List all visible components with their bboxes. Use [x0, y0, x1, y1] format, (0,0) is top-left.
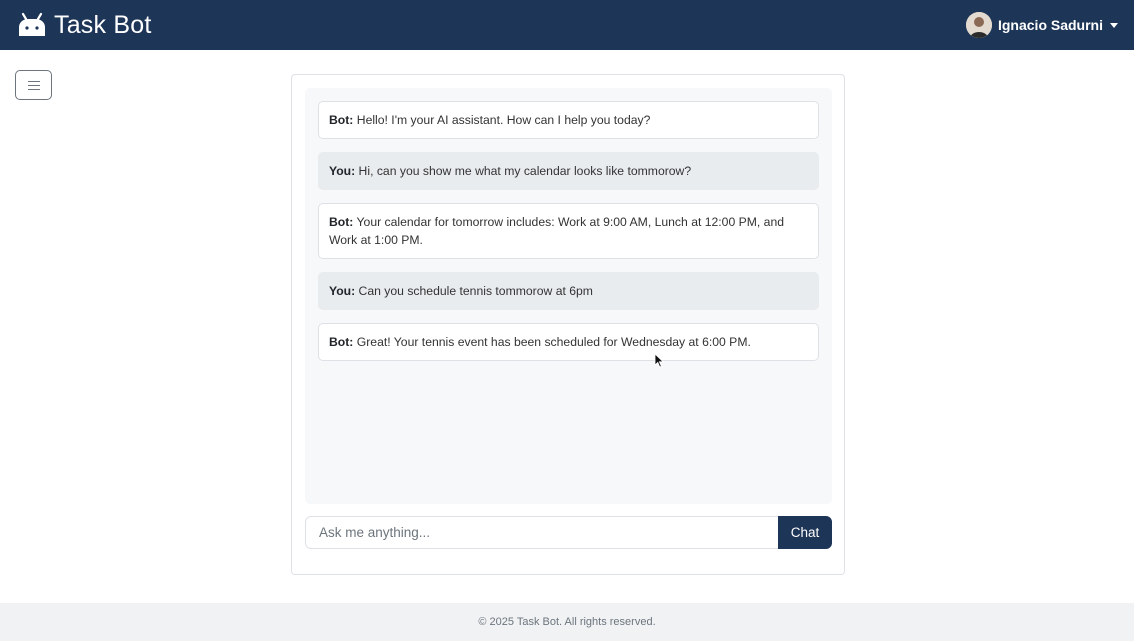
- message-text: Can you schedule tennis tommorow at 6pm: [355, 284, 593, 298]
- message-speaker: Bot:: [329, 215, 354, 229]
- app-title: Task Bot: [54, 10, 152, 39]
- message-speaker: Bot:: [329, 335, 354, 349]
- chat-send-button[interactable]: Chat: [778, 516, 832, 549]
- chat-input[interactable]: [305, 516, 778, 549]
- chat-card: Bot: Hello! I'm your AI assistant. How c…: [291, 74, 845, 575]
- sidebar-toggle-button[interactable]: [15, 70, 52, 100]
- user-name: Ignacio Sadurni: [997, 17, 1103, 33]
- message-text: Hi, can you show me what my calendar loo…: [355, 164, 692, 178]
- user-menu-dropdown[interactable]: Ignacio Sadurni: [965, 12, 1118, 38]
- message-text: Your calendar for tomorrow includes: Wor…: [329, 215, 785, 247]
- robot-icon: [19, 12, 45, 36]
- chat-form: Chat: [305, 516, 832, 549]
- chat-message-user: You: Hi, can you show me what my calenda…: [318, 152, 819, 190]
- avatar: [965, 12, 992, 38]
- message-speaker: You:: [329, 164, 356, 178]
- message-text: Great! Your tennis event has been schedu…: [353, 335, 751, 349]
- caret-down-icon: [1110, 22, 1118, 28]
- footer: © 2025 Task Bot. All rights reserved.: [0, 603, 1134, 641]
- chat-history: Bot: Hello! I'm your AI assistant. How c…: [305, 88, 832, 504]
- mouse-pointer-icon: [654, 353, 664, 368]
- copyright-text: © 2025 Task Bot. All rights reserved.: [478, 616, 656, 628]
- message-text: Hello! I'm your AI assistant. How can I …: [353, 113, 651, 127]
- message-speaker: Bot:: [329, 113, 354, 127]
- top-navbar: Task Bot Ignacio Sadurni: [0, 0, 1134, 50]
- chat-message-bot: Bot: Your calendar for tomorrow includes…: [318, 203, 819, 259]
- chat-message-bot: Bot: Hello! I'm your AI assistant. How c…: [318, 101, 819, 139]
- chat-message-bot: Bot: Great! Your tennis event has been s…: [318, 323, 819, 361]
- hamburger-icon: [27, 80, 40, 90]
- brand-link[interactable]: Task Bot: [16, 11, 151, 40]
- message-speaker: You:: [329, 284, 356, 298]
- chat-message-user: You: Can you schedule tennis tommorow at…: [318, 272, 819, 310]
